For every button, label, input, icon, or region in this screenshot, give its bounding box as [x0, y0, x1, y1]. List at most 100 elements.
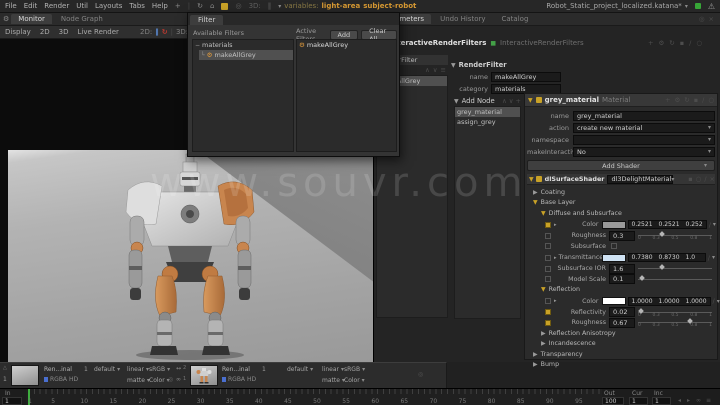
- variables-control[interactable]: ▾ variables: light-area subject-robot: [278, 2, 416, 10]
- menu-util[interactable]: Util: [76, 2, 88, 10]
- make-interactive-dropdown[interactable]: No ▾: [573, 147, 715, 157]
- group-reflection[interactable]: ▼ Reflection: [529, 285, 715, 296]
- tab-undo-history[interactable]: Undo History: [433, 14, 492, 24]
- render-item-name[interactable]: Ren...inal: [222, 366, 250, 373]
- refresh-icon[interactable]: ↻: [669, 39, 674, 47]
- diffuse-color-values[interactable]: 0.2521 0.2521 0.252: [628, 220, 707, 229]
- close-icon[interactable]: ×: [709, 15, 714, 23]
- reflection-roughness-slider[interactable]: 00.30.50.81: [638, 318, 712, 327]
- timeline-ruler[interactable]: 1510152025303540455055606570758085909510…: [26, 389, 602, 405]
- matte-dropdown[interactable]: matte ▾: [127, 377, 150, 384]
- resolution-dropdown[interactable]: default ▾: [94, 366, 120, 373]
- cur-field[interactable]: 1: [629, 397, 648, 405]
- menu-render[interactable]: Render: [44, 2, 69, 10]
- loop-icon[interactable]: ∞: [176, 376, 181, 383]
- diffuse-color-swatch[interactable]: [602, 221, 626, 229]
- circle-icon[interactable]: ○: [708, 96, 714, 104]
- group-coating[interactable]: ▶ Coating: [529, 187, 715, 198]
- target-icon[interactable]: ◎: [168, 376, 173, 383]
- render-thumbnail[interactable]: [190, 365, 218, 386]
- view-3d-button[interactable]: 3D: [59, 28, 69, 36]
- channel-view-dropdown[interactable]: Color ▾: [149, 377, 170, 384]
- display-space-dropdown[interactable]: sRGB ▾: [149, 366, 170, 373]
- filter-group-materials[interactable]: − materials: [193, 40, 293, 50]
- reflection-roughness-field[interactable]: 0.67: [609, 318, 635, 328]
- material-header[interactable]: ▼ grey_material Material + ⚙ ↻ ▪ / ○: [525, 94, 717, 107]
- active-filters-list[interactable]: ⚙ makeAllGrey: [296, 39, 397, 152]
- view-2d-button[interactable]: 2D: [40, 28, 50, 36]
- gear-icon[interactable]: ⚙: [658, 39, 664, 47]
- reflection-color-swatch[interactable]: [602, 297, 626, 305]
- options-button[interactable]: ≡: [706, 397, 711, 404]
- colorspace-dropdown[interactable]: linear ▾: [322, 366, 344, 373]
- crosshair-icon[interactable]: +: [175, 2, 181, 10]
- filter-item-makeallgrey[interactable]: └ ⚙ makeAllGrey: [199, 50, 293, 60]
- warning-icon[interactable]: ⚠: [708, 2, 715, 11]
- target-icon[interactable]: ◎: [418, 371, 423, 378]
- triangle-right-icon[interactable]: ▸: [554, 222, 557, 228]
- plus-icon[interactable]: +: [665, 96, 670, 104]
- chevron-down-icon[interactable]: ▾: [713, 221, 716, 228]
- param-enabled-checkbox[interactable]: [545, 243, 551, 249]
- menu-tabs[interactable]: Tabs: [129, 2, 145, 10]
- node-list-item-grey-material[interactable]: grey_material: [455, 107, 520, 117]
- step-forward-button[interactable]: ▸: [687, 397, 690, 404]
- param-enabled-checkbox[interactable]: [545, 255, 551, 261]
- loop-toggle-button[interactable]: ∞: [696, 397, 701, 404]
- group-base-layer[interactable]: ▼ Base Layer: [529, 198, 715, 209]
- add-node-header[interactable]: ▼ Add Node ∧ ∨ +: [454, 97, 521, 105]
- pin-icon[interactable]: ▪: [694, 96, 698, 104]
- param-enabled-checkbox[interactable]: [545, 276, 551, 282]
- filter-title-bar[interactable]: Filter: [188, 13, 399, 25]
- close-icon[interactable]: ×: [710, 175, 715, 183]
- project-title-control[interactable]: Robot_Static_project_localized.katana* ▾: [546, 2, 688, 10]
- renderfilter-name-field[interactable]: makeAllGrey: [491, 72, 561, 82]
- menu-icon[interactable]: ≡: [441, 66, 446, 74]
- variable-subject-robot[interactable]: subject-robot: [363, 2, 416, 10]
- transmittance-values[interactable]: 0.7380 0.8730 1.0: [628, 253, 706, 262]
- group-diffuse-subsurface[interactable]: ▼ Diffuse and Subsurface: [529, 208, 715, 219]
- plus-icon[interactable]: +: [516, 97, 521, 105]
- reflection-color-values[interactable]: 1.0000 1.0000 1.0000: [628, 297, 711, 306]
- add-shader-button[interactable]: Add Shader ▾: [527, 160, 715, 171]
- render-tool-icon[interactable]: [221, 3, 228, 10]
- display-menu[interactable]: Display: [5, 28, 31, 36]
- slash-icon[interactable]: /: [713, 297, 715, 305]
- swap-icon[interactable]: ↔: [176, 365, 181, 372]
- action-dropdown[interactable]: create new material ▾: [573, 123, 715, 133]
- slash-icon[interactable]: /: [708, 254, 710, 262]
- group-reflection-anisotropy[interactable]: ▶ Reflection Anisotropy: [529, 328, 715, 339]
- circle-icon[interactable]: ○: [696, 175, 702, 183]
- tab-catalog[interactable]: Catalog: [495, 14, 536, 24]
- shader-header[interactable]: ▼ dlSurfaceShader dl3DelightMaterial ▾ ▪…: [527, 174, 715, 185]
- reflectivity-field[interactable]: 0.02: [609, 307, 635, 317]
- circle-icon[interactable]: ○: [696, 39, 702, 47]
- slash-icon[interactable]: /: [704, 175, 706, 183]
- slash-icon[interactable]: /: [709, 221, 711, 229]
- chevron-down-icon[interactable]: ▾: [717, 298, 720, 305]
- gear-icon[interactable]: ⚙: [674, 96, 680, 104]
- subsurface-ior-slider[interactable]: [638, 264, 712, 273]
- out-field[interactable]: 100: [602, 397, 624, 405]
- caret-down-icon[interactable]: ∨: [509, 97, 514, 105]
- available-filters-list[interactable]: − materials └ ⚙ makeAllGrey: [192, 39, 294, 152]
- node-list-item-assign-grey[interactable]: assign_grey: [455, 117, 520, 127]
- model-scale-field[interactable]: 0.1: [609, 274, 635, 284]
- menu-layouts[interactable]: Layouts: [95, 2, 122, 10]
- pin-icon[interactable]: ▪: [680, 39, 684, 47]
- roughness-slider[interactable]: 00.30.50.81: [638, 231, 712, 240]
- filter-tab[interactable]: Filter: [190, 15, 223, 25]
- param-enabled-checkbox[interactable]: [545, 222, 551, 228]
- material-name-field[interactable]: grey_material: [573, 111, 715, 121]
- subsurface-ior-field[interactable]: 1.6: [609, 264, 635, 274]
- render-thumbnail[interactable]: [11, 365, 39, 386]
- group-incandescence[interactable]: ▶ Incandescence: [529, 339, 715, 350]
- colorspace-dropdown[interactable]: linear ▾: [127, 366, 149, 373]
- variable-light-area[interactable]: light-area: [322, 2, 361, 10]
- menu-file[interactable]: File: [5, 2, 17, 10]
- target-icon[interactable]: ◎: [699, 15, 705, 23]
- live-render-button[interactable]: Live Render: [78, 28, 119, 36]
- gear-icon[interactable]: ⚙: [3, 15, 9, 23]
- resolution-dropdown[interactable]: default ▾: [287, 366, 313, 373]
- param-enabled-checkbox[interactable]: [545, 233, 551, 239]
